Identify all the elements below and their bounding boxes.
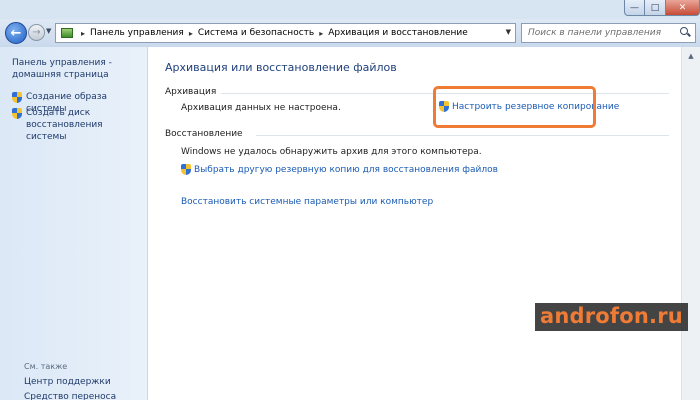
restore-system-settings-link[interactable]: Восстановить системные параметры или ком… bbox=[181, 197, 433, 207]
minimize-button[interactable]: — bbox=[624, 0, 645, 16]
restore-status-text: Windows не удалось обнаружить архив для … bbox=[181, 147, 482, 157]
breadcrumb-separator-icon[interactable]: ▸ bbox=[319, 29, 323, 38]
breadcrumb-backup-restore[interactable]: Архивация и восстановление bbox=[328, 28, 468, 38]
title-bar: — □ ✕ bbox=[0, 0, 700, 19]
select-other-backup-label: Выбрать другую резервную копию для восст… bbox=[194, 164, 498, 175]
forward-button[interactable]: → bbox=[28, 24, 45, 41]
address-bar[interactable]: ▸ Панель управления ▸ Система и безопасн… bbox=[55, 23, 516, 43]
maximize-button[interactable]: □ bbox=[645, 0, 666, 16]
search-icon[interactable] bbox=[680, 27, 691, 38]
breadcrumb-control-panel[interactable]: Панель управления bbox=[90, 28, 184, 38]
watermark: androfon.ru bbox=[535, 303, 688, 331]
section-divider bbox=[256, 135, 669, 136]
forward-arrow-icon: → bbox=[32, 27, 41, 38]
shield-icon bbox=[12, 108, 22, 119]
recent-pages-button[interactable]: ▼ bbox=[46, 27, 51, 35]
breadcrumb-system-security[interactable]: Система и безопасность bbox=[198, 28, 314, 38]
back-button[interactable]: ← bbox=[5, 22, 27, 44]
select-other-backup-link[interactable]: Выбрать другую резервную копию для восст… bbox=[181, 164, 498, 175]
close-button[interactable]: ✕ bbox=[666, 0, 700, 16]
maximize-icon: □ bbox=[650, 2, 660, 13]
breadcrumb-separator-icon[interactable]: ▸ bbox=[189, 29, 193, 38]
shield-icon bbox=[181, 164, 191, 175]
vertical-scrollbar[interactable]: ▲ bbox=[681, 47, 700, 400]
sidebar-item-create-recovery-disc[interactable]: Создать диск восстановления системы bbox=[12, 107, 144, 143]
see-also-heading: См. также bbox=[24, 362, 68, 371]
back-arrow-icon: ← bbox=[10, 25, 22, 41]
chevron-down-icon: ▼ bbox=[46, 27, 52, 35]
search-input[interactable] bbox=[528, 28, 678, 38]
shield-icon bbox=[12, 92, 22, 103]
navigation-bar: ← → ▼ ▸ Панель управления ▸ Система и бе… bbox=[0, 19, 700, 47]
backup-status-text: Архивация данных не настроена. bbox=[181, 103, 341, 113]
control-panel-icon bbox=[58, 24, 76, 42]
highlight-frame bbox=[433, 86, 596, 128]
address-dropdown-icon[interactable]: ▼ bbox=[506, 28, 511, 36]
close-icon: ✕ bbox=[678, 2, 687, 13]
scroll-up-icon[interactable]: ▲ bbox=[684, 49, 698, 63]
restore-section-heading: Восстановление bbox=[165, 129, 243, 139]
backup-section-heading: Архивация bbox=[165, 87, 217, 97]
sidebar-item-transfer-tool[interactable]: Средство переноса данных bbox=[24, 391, 147, 400]
page-title: Архивация или восстановление файлов bbox=[165, 61, 397, 74]
minimize-icon: — bbox=[630, 2, 639, 13]
main-content: Архивация или восстановление файлов Архи… bbox=[149, 47, 681, 400]
breadcrumb-separator-icon: ▸ bbox=[81, 28, 86, 38]
sidebar-home-link[interactable]: Панель управления - домашняя страница bbox=[12, 57, 142, 81]
search-box[interactable] bbox=[521, 23, 696, 43]
sidebar: Панель управления - домашняя страница Со… bbox=[0, 47, 148, 400]
sidebar-item-label: Создать диск восстановления системы bbox=[26, 108, 103, 142]
sidebar-item-action-center[interactable]: Центр поддержки bbox=[24, 376, 111, 388]
